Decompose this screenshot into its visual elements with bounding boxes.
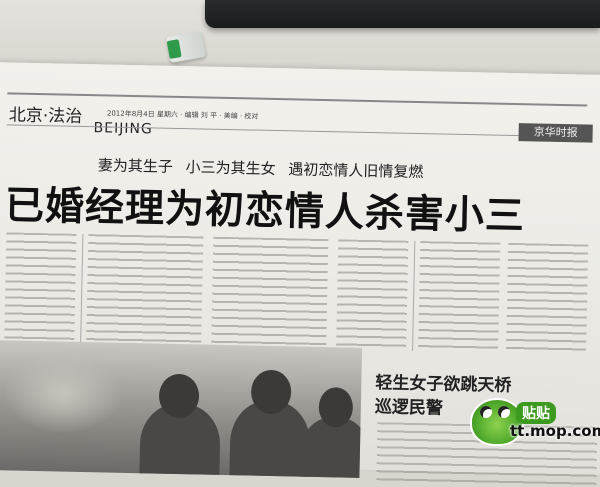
text-column: [86, 234, 204, 347]
site-watermark: 贴贴 tt.mop.com: [470, 398, 600, 448]
article-headline: 已婚经理为初恋情人杀害小三: [4, 183, 526, 240]
text-column: [418, 241, 501, 353]
paper-logo: 京华时报: [518, 123, 593, 143]
watermark-site: tt.mop.com: [510, 422, 600, 440]
text-column: [506, 242, 589, 355]
blurred-face-area: [2, 352, 124, 435]
keyboard: [205, 0, 600, 28]
text-column: [211, 236, 329, 350]
masthead-top-rule: [7, 92, 588, 107]
article-body: [4, 232, 596, 355]
section-title-cn: 北京·法治: [8, 105, 83, 127]
text-column: [4, 232, 77, 344]
date-line: 2012年8月4日 星期六 · 编辑 刘 平 · 美编 · 校对: [106, 109, 259, 121]
secondary-headline-2: 巡逻民警: [374, 397, 444, 419]
column-divider: [412, 240, 416, 351]
text-column: [336, 239, 409, 351]
section-title-en: BEIJING: [93, 120, 153, 138]
watermark-badge: 贴贴: [516, 402, 556, 424]
column-divider: [80, 233, 84, 344]
